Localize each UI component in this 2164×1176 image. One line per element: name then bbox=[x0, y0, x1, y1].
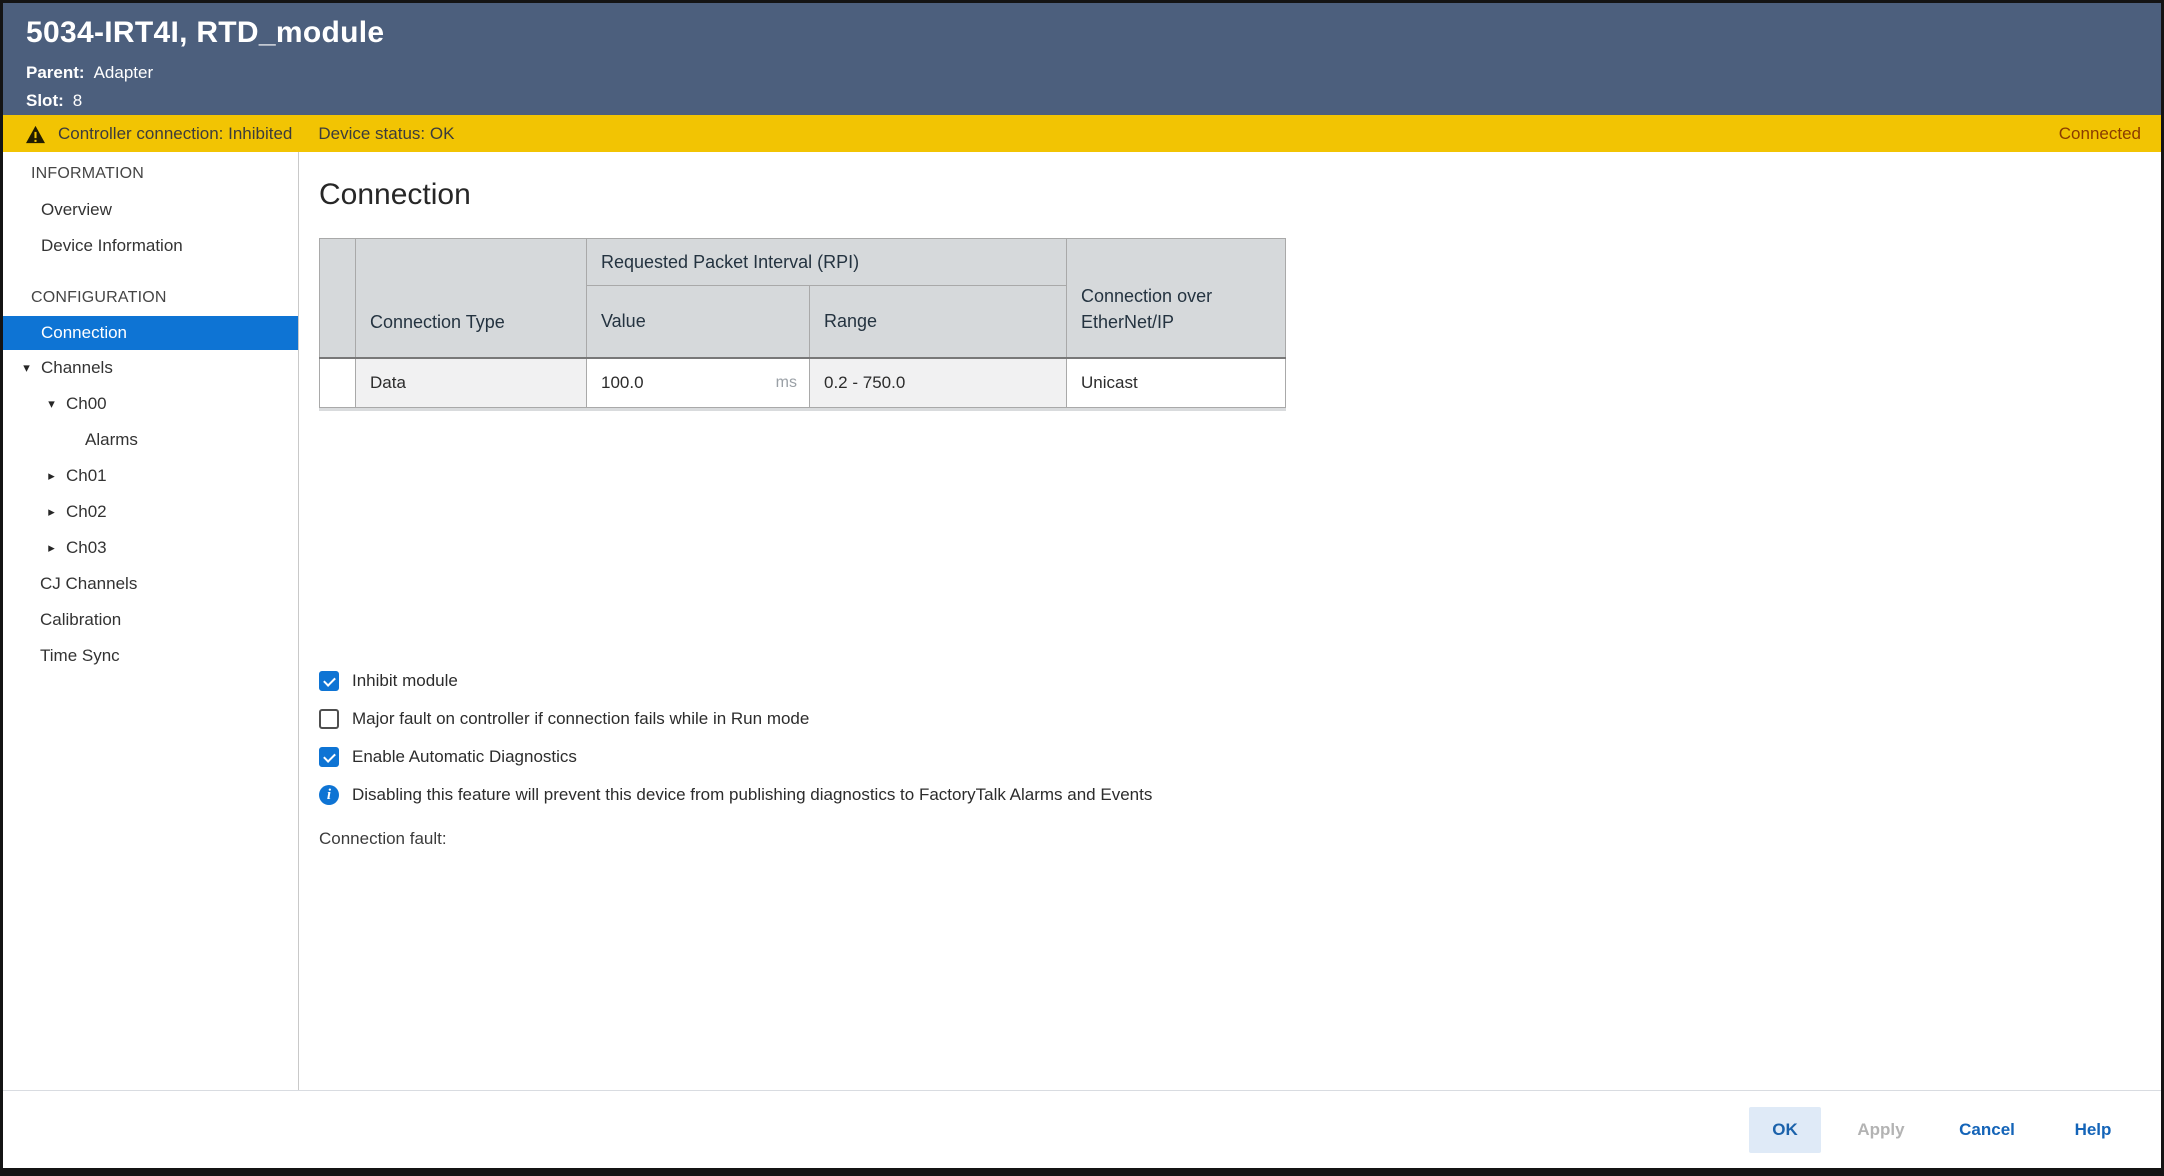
auto-diagnostics-row: Enable Automatic Diagnostics bbox=[319, 738, 2137, 776]
chevron-right-icon[interactable]: ▸ bbox=[45, 504, 58, 520]
major-fault-row: Major fault on controller if connection … bbox=[319, 700, 2137, 738]
ok-button[interactable]: OK bbox=[1749, 1107, 1821, 1153]
column-header-value: Value bbox=[587, 286, 810, 358]
column-header-connection-type: Connection Type bbox=[356, 239, 587, 358]
sidebar-item-label: Ch03 bbox=[66, 538, 107, 558]
inhibit-module-row: Inhibit module bbox=[319, 662, 2137, 700]
slot-label: Slot: bbox=[26, 87, 64, 115]
sidebar-item-ch00[interactable]: ▾ Ch00 bbox=[3, 386, 298, 422]
sidebar-item-label: Channels bbox=[41, 358, 113, 378]
connection-over-ethernetip-cell[interactable]: Unicast bbox=[1067, 358, 1286, 408]
controller-connection-status: Controller connection: Inhibited bbox=[58, 124, 292, 144]
page-title: 5034-IRT4I, RTD_module bbox=[26, 16, 2137, 50]
rpi-value-input[interactable]: 100.0 ms bbox=[587, 358, 810, 408]
column-header-range: Range bbox=[810, 286, 1067, 358]
sidebar-item-ch02[interactable]: ▸ Ch02 bbox=[3, 494, 298, 530]
help-button[interactable]: Help bbox=[2047, 1107, 2139, 1153]
column-header-connection-over-ethernetip: Connection over EtherNet/IP bbox=[1067, 239, 1286, 358]
table-row: Data 100.0 ms 0.2 - 750.0 Unicast bbox=[320, 358, 1286, 408]
row-selector-cell[interactable] bbox=[320, 358, 356, 408]
sidebar-item-device-information[interactable]: Device Information bbox=[3, 228, 298, 264]
connection-state-badge: Connected bbox=[2059, 124, 2141, 144]
module-properties-window: 5034-IRT4I, RTD_module Parent: Adapter S… bbox=[0, 0, 2164, 1176]
chevron-down-icon[interactable]: ▾ bbox=[45, 396, 58, 412]
sidebar-item-overview[interactable]: Overview bbox=[3, 192, 298, 228]
body-row: INFORMATION Overview Device Information … bbox=[3, 152, 2161, 1090]
rpi-range-cell: 0.2 - 750.0 bbox=[810, 358, 1067, 408]
chevron-right-icon[interactable]: ▸ bbox=[45, 540, 58, 556]
sidebar-item-time-sync[interactable]: Time Sync bbox=[3, 638, 298, 674]
section-header-configuration: CONFIGURATION bbox=[3, 280, 298, 316]
parent-label: Parent: bbox=[26, 59, 85, 87]
sidebar-item-calibration[interactable]: Calibration bbox=[3, 602, 298, 638]
sidebar-item-ch01[interactable]: ▸ Ch01 bbox=[3, 458, 298, 494]
rpi-unit: ms bbox=[776, 374, 797, 392]
sidebar-item-channels[interactable]: ▾ Channels bbox=[3, 350, 298, 386]
major-fault-checkbox[interactable] bbox=[319, 709, 339, 729]
section-header-information: INFORMATION bbox=[3, 156, 298, 192]
connection-options: Inhibit module Major fault on controller… bbox=[319, 662, 2137, 858]
sidebar-item-label: Ch00 bbox=[66, 394, 107, 414]
chevron-right-icon[interactable]: ▸ bbox=[45, 468, 58, 484]
sidebar-item-ch03[interactable]: ▸ Ch03 bbox=[3, 530, 298, 566]
info-icon: i bbox=[319, 785, 339, 805]
inhibit-module-checkbox[interactable] bbox=[319, 671, 339, 691]
rpi-value: 100.0 bbox=[601, 373, 644, 393]
connection-table: Connection Type Requested Packet Interva… bbox=[319, 238, 1286, 408]
slot-value: 8 bbox=[73, 87, 82, 115]
diagnostics-info-text: Disabling this feature will prevent this… bbox=[352, 785, 1152, 805]
row-selector-header bbox=[320, 239, 356, 358]
auto-diagnostics-checkbox[interactable] bbox=[319, 747, 339, 767]
cancel-button[interactable]: Cancel bbox=[1941, 1107, 2033, 1153]
slot-row: Slot: 8 bbox=[26, 87, 2137, 115]
apply-button[interactable]: Apply bbox=[1835, 1107, 1927, 1153]
sidebar-item-label: Ch02 bbox=[66, 502, 107, 522]
chevron-down-icon[interactable]: ▾ bbox=[20, 360, 33, 376]
auto-diagnostics-label: Enable Automatic Diagnostics bbox=[352, 747, 577, 767]
sidebar-item-connection[interactable]: Connection bbox=[3, 316, 298, 350]
sidebar-item-ch00-alarms[interactable]: Alarms bbox=[3, 422, 298, 458]
column-group-rpi: Requested Packet Interval (RPI) bbox=[587, 239, 1067, 286]
major-fault-label: Major fault on controller if connection … bbox=[352, 709, 809, 729]
dialog-footer: OK Apply Cancel Help bbox=[3, 1090, 2161, 1168]
inhibit-module-label: Inhibit module bbox=[352, 671, 458, 691]
content-title: Connection bbox=[319, 178, 2137, 212]
diagnostics-info-row: i Disabling this feature will prevent th… bbox=[319, 776, 2137, 814]
warning-icon bbox=[25, 125, 46, 144]
nav-list: INFORMATION Overview Device Information … bbox=[3, 156, 298, 674]
status-alert-bar: Controller connection: Inhibited Device … bbox=[3, 115, 2161, 152]
sidebar-item-label: Ch01 bbox=[66, 466, 107, 486]
main-content: Connection Connection Type Requested Pac… bbox=[299, 152, 2161, 1090]
navigation-sidebar: INFORMATION Overview Device Information … bbox=[3, 152, 299, 1090]
parent-row: Parent: Adapter bbox=[26, 59, 2137, 87]
window-header: 5034-IRT4I, RTD_module Parent: Adapter S… bbox=[3, 3, 2161, 115]
parent-value: Adapter bbox=[94, 59, 154, 87]
connection-type-cell: Data bbox=[356, 358, 587, 408]
device-status: Device status: OK bbox=[318, 124, 454, 144]
connection-fault-label: Connection fault: bbox=[319, 820, 2137, 858]
sidebar-item-cj-channels[interactable]: CJ Channels bbox=[3, 566, 298, 602]
